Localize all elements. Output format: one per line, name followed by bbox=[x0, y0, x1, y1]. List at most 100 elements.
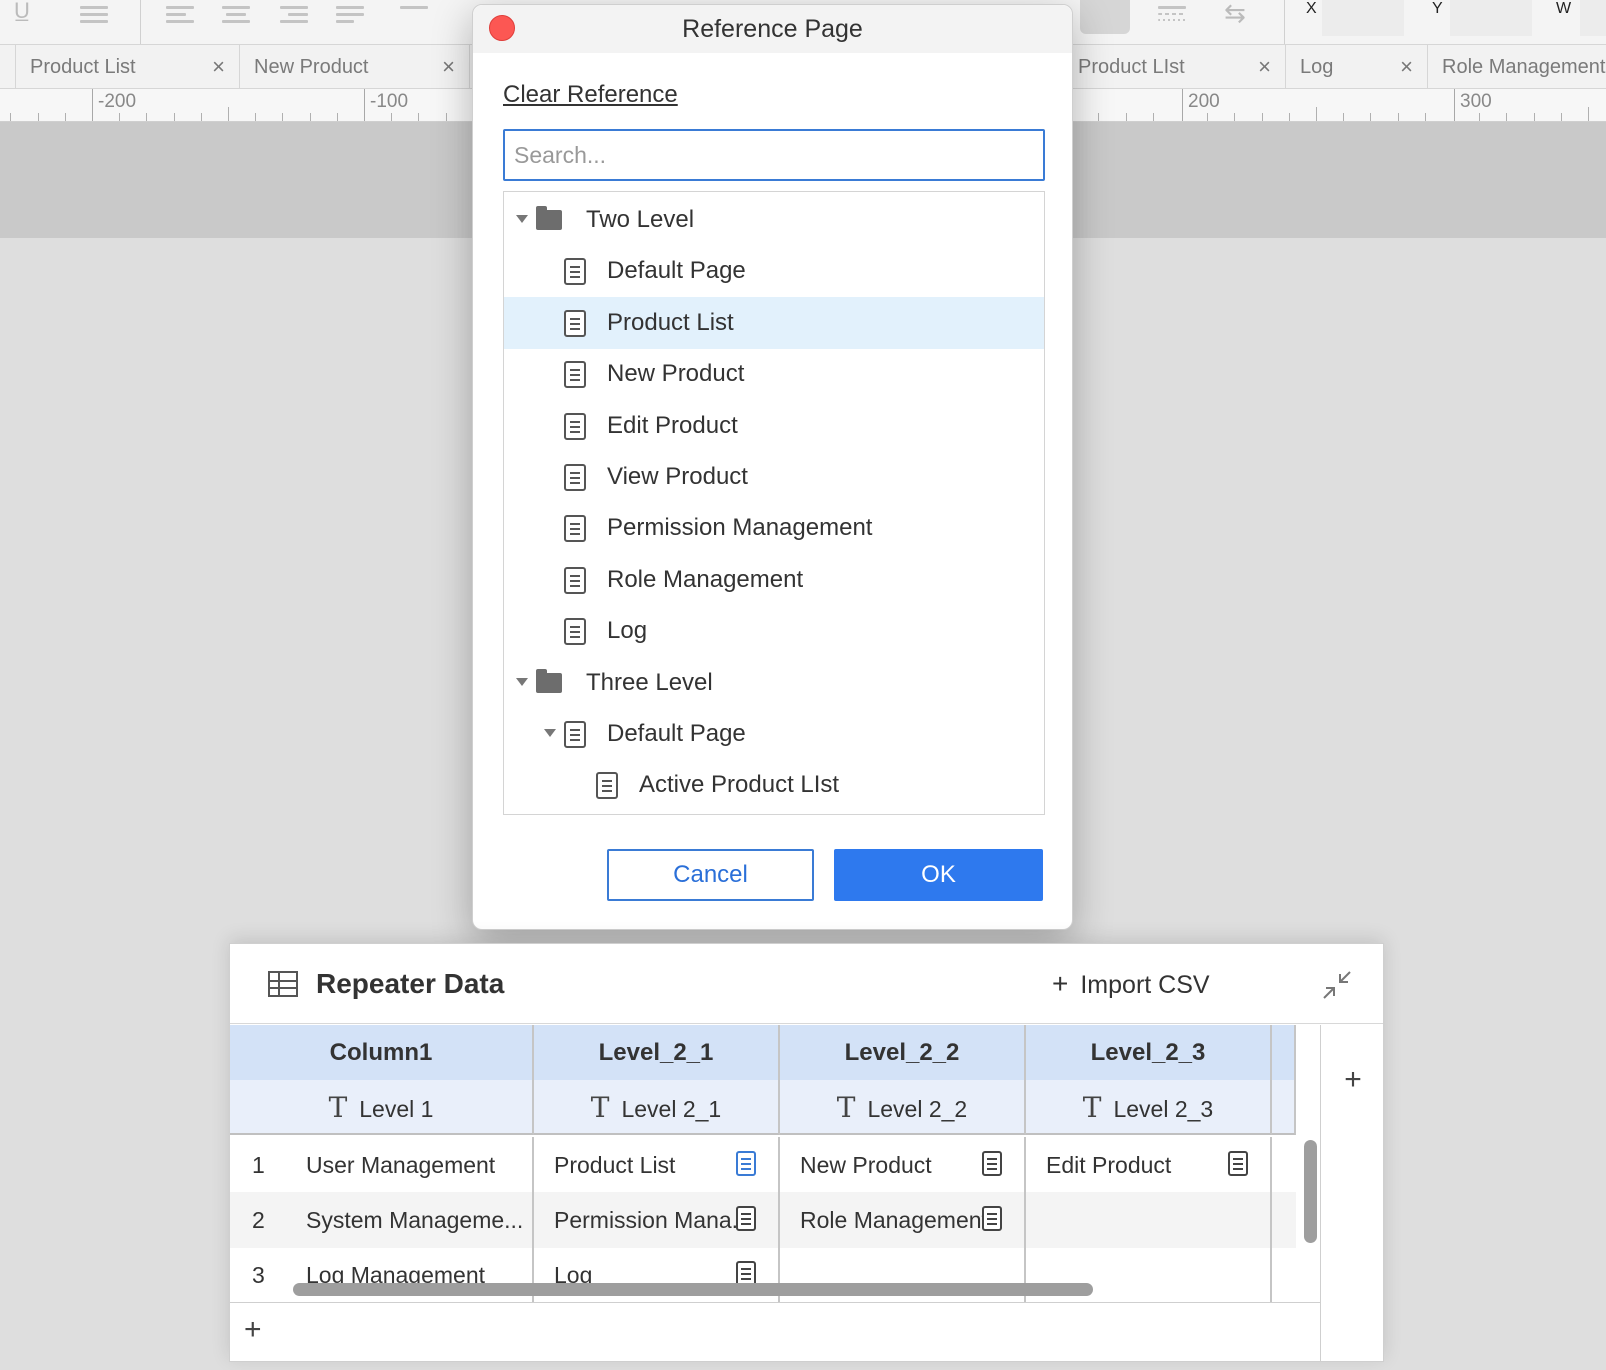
tree-item[interactable]: Log bbox=[504, 605, 1044, 657]
tree-item[interactable]: Role Management bbox=[504, 554, 1044, 606]
close-icon[interactable]: × bbox=[1400, 45, 1413, 89]
column-type[interactable]: T Level 2_3 bbox=[1026, 1080, 1272, 1135]
page-icon bbox=[564, 721, 586, 748]
tree-item[interactable]: Default Page bbox=[504, 708, 1044, 760]
bullet-list-icon[interactable] bbox=[80, 6, 108, 26]
close-icon[interactable]: × bbox=[442, 45, 455, 89]
ruler-tick bbox=[200, 113, 202, 121]
page-reference-icon[interactable] bbox=[982, 1206, 1002, 1231]
column-type[interactable]: T Level 2_2 bbox=[780, 1080, 1026, 1135]
search-input[interactable] bbox=[503, 129, 1045, 181]
column-type-partial bbox=[1272, 1080, 1296, 1135]
border-style-icon[interactable] bbox=[1158, 6, 1186, 26]
tree-item-label: New Product bbox=[607, 360, 745, 388]
page-reference-icon[interactable] bbox=[736, 1151, 756, 1176]
align-left-icon[interactable] bbox=[166, 6, 194, 26]
ruler-label: 300 bbox=[1460, 91, 1492, 112]
tree-item[interactable]: Edit Product bbox=[504, 400, 1044, 452]
tab-role-management[interactable]: Role Management bbox=[1428, 45, 1606, 89]
ruler-tick bbox=[1152, 113, 1154, 121]
tree-item[interactable]: Three Level bbox=[504, 657, 1044, 709]
collapse-icon[interactable] bbox=[1320, 968, 1354, 1002]
page-icon bbox=[564, 566, 586, 594]
ruler-major-tick bbox=[92, 89, 93, 121]
tab-log[interactable]: Log × bbox=[1286, 45, 1428, 89]
tab-product-list[interactable]: Product List × bbox=[16, 45, 240, 89]
text-type-icon: T bbox=[328, 1091, 348, 1124]
tree-item[interactable]: Two Level bbox=[504, 194, 1044, 246]
toolbar-divider bbox=[140, 0, 141, 44]
cell-value: Permission Mana... bbox=[554, 1207, 751, 1233]
ok-button[interactable]: OK bbox=[834, 849, 1043, 901]
close-icon[interactable]: × bbox=[212, 45, 225, 89]
toolbar-divider bbox=[1284, 0, 1285, 44]
table-cell[interactable]: System Manageme... bbox=[230, 1192, 534, 1248]
ruler-tick bbox=[64, 113, 66, 121]
page-reference-icon[interactable] bbox=[736, 1206, 756, 1231]
tree-item[interactable]: Permission Management bbox=[504, 502, 1044, 554]
column-type-label: Level 2_2 bbox=[867, 1096, 968, 1122]
tree-item[interactable]: Default Page bbox=[504, 245, 1044, 297]
expand-arrow-icon[interactable] bbox=[544, 729, 556, 737]
ruler-tick bbox=[309, 113, 311, 121]
expand-arrow-icon[interactable] bbox=[516, 215, 528, 223]
ruler-tick bbox=[146, 113, 148, 121]
w-input[interactable] bbox=[1580, 0, 1606, 36]
repeater-header: Repeater Data + Import CSV bbox=[230, 944, 1383, 1024]
tree-item-label: Default Page bbox=[607, 257, 746, 285]
column-header[interactable]: Level_2_2 bbox=[780, 1025, 1026, 1080]
close-icon[interactable]: × bbox=[1258, 45, 1271, 89]
column-header[interactable]: Level_2_1 bbox=[534, 1025, 780, 1080]
tree-item-label: Log bbox=[607, 617, 648, 645]
cancel-button[interactable]: Cancel bbox=[607, 849, 814, 901]
page-reference-icon[interactable] bbox=[982, 1151, 1002, 1176]
ruler-tick bbox=[1125, 113, 1127, 121]
line-spacing-icon[interactable] bbox=[400, 6, 428, 26]
table-cell[interactable]: User Management bbox=[230, 1137, 534, 1193]
add-column-button[interactable]: + bbox=[1321, 1063, 1383, 1097]
ruler-tick bbox=[1370, 113, 1372, 121]
fill-color-swatch[interactable] bbox=[1080, 0, 1130, 34]
tree-item[interactable]: View Product bbox=[504, 451, 1044, 503]
tab-new-product[interactable]: New Product × bbox=[240, 45, 470, 89]
tree-item[interactable]: Product List bbox=[504, 296, 1044, 349]
clear-reference-link[interactable]: Clear Reference bbox=[503, 81, 678, 109]
vertical-scrollbar[interactable] bbox=[1304, 1140, 1317, 1243]
expand-arrow-icon[interactable] bbox=[516, 677, 528, 686]
column-header[interactable]: Level_2_3 bbox=[1026, 1025, 1272, 1080]
plus-icon: + bbox=[1052, 968, 1069, 999]
tree-item[interactable]: Active Product LIst bbox=[504, 759, 1044, 811]
tab-overflow-left[interactable] bbox=[0, 45, 16, 89]
column-header[interactable]: Column1 bbox=[230, 1025, 534, 1080]
x-input[interactable] bbox=[1322, 0, 1404, 36]
import-csv-label: Import CSV bbox=[1080, 971, 1210, 999]
x-label: X bbox=[1306, 0, 1317, 17]
align-justify-icon[interactable] bbox=[336, 6, 364, 26]
horizontal-scrollbar[interactable] bbox=[293, 1283, 1093, 1296]
table-cell[interactable] bbox=[1026, 1192, 1272, 1248]
tree-item-label: Edit Product bbox=[607, 411, 738, 439]
tree-item[interactable]: New Product bbox=[504, 348, 1044, 400]
underline-icon[interactable]: U̲ bbox=[14, 0, 30, 22]
tree-item-label: View Product bbox=[607, 463, 748, 490]
ruler-tick bbox=[1234, 113, 1236, 121]
import-csv-button[interactable]: + Import CSV bbox=[1052, 968, 1210, 1000]
y-input[interactable] bbox=[1450, 0, 1532, 36]
align-right-icon[interactable] bbox=[280, 6, 308, 26]
page-reference-icon[interactable] bbox=[1228, 1151, 1248, 1176]
tree-item-label: Permission Management bbox=[607, 514, 873, 542]
page-icon bbox=[564, 258, 586, 286]
page-icon bbox=[564, 361, 586, 389]
align-center-icon[interactable] bbox=[222, 6, 250, 26]
tab-product-list-2[interactable]: Product LIst × bbox=[1064, 45, 1286, 89]
folder-icon bbox=[536, 668, 562, 693]
column-type[interactable]: T Level 1 bbox=[230, 1080, 534, 1135]
add-row-button[interactable]: + bbox=[244, 1313, 262, 1347]
folder-icon bbox=[536, 206, 562, 230]
tree-item-label: Active Product LIst bbox=[639, 771, 840, 799]
add-column-area: + bbox=[1320, 1025, 1383, 1361]
ruler-tick bbox=[336, 113, 338, 121]
column-type[interactable]: T Level 2_1 bbox=[534, 1080, 780, 1135]
page-icon bbox=[564, 412, 586, 440]
swap-arrows-icon[interactable]: ⇆ bbox=[1224, 0, 1246, 26]
